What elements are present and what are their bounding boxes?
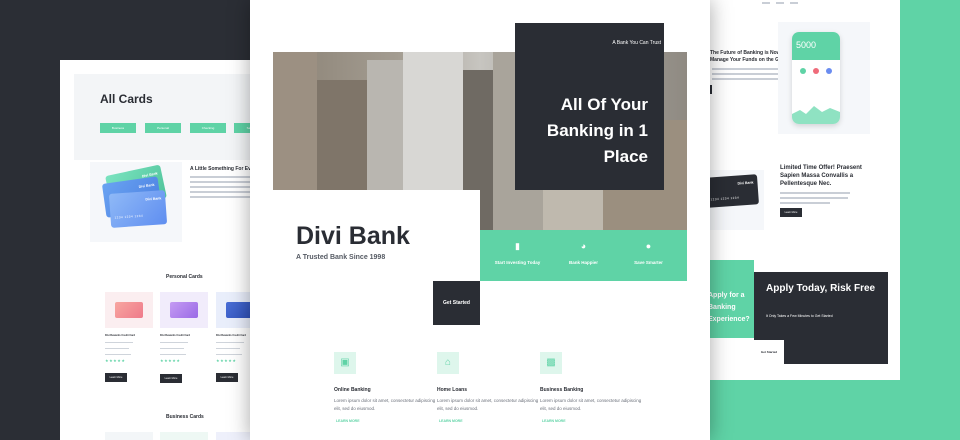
all-cards-page-preview: All Cards Business Personal Checking Sav… <box>60 60 280 440</box>
get-started-button[interactable]: Get Started <box>754 340 784 364</box>
card-number: 1234 1234 1234 <box>114 213 144 220</box>
brand-name: Divi Bank <box>296 222 410 250</box>
product-detail-line <box>216 348 240 349</box>
status-dot <box>813 68 819 74</box>
trust-tagline: A Bank You Can Trust <box>612 40 661 46</box>
learn-more-link[interactable]: LEARN MORE <box>336 419 360 423</box>
business-filter-button[interactable]: Business <box>100 123 136 133</box>
service-description: Lorem ipsum dolor sit amet, consectetur … <box>437 398 539 411</box>
learn-more-link[interactable]: LEARN MORE <box>542 419 566 423</box>
product-card-image <box>160 292 208 328</box>
nav-dash <box>790 2 798 4</box>
card-brand: Divi Bank <box>145 196 162 202</box>
get-started-button[interactable]: Get Started <box>433 281 480 325</box>
feature-bank-happier[interactable]: ◕ Bank Happier <box>549 232 618 278</box>
product-detail-line <box>160 348 184 349</box>
personal-cards-heading: Personal Cards <box>166 274 203 280</box>
card-brand: Divi Bank <box>737 180 754 186</box>
all-cards-title: All Cards <box>100 92 153 106</box>
service-description: Lorem ipsum dolor sit amet, consectetur … <box>540 398 642 411</box>
card-brand: Divi Bank <box>138 182 155 189</box>
status-dot <box>826 68 832 74</box>
briefcase-icon: ▩ <box>540 352 562 374</box>
learn-more-link[interactable]: LEARN MORE <box>439 419 463 423</box>
rating-stars: ★★★★★ <box>160 358 181 363</box>
product-detail-line <box>160 342 188 343</box>
phone-mockup: 5000 <box>792 32 840 124</box>
business-cards-heading: Business Cards <box>166 414 204 420</box>
rating-stars: ★★★★★ <box>216 358 237 363</box>
promo-text-line <box>190 196 250 198</box>
feature-save-smarter[interactable]: ● Save Smarter <box>614 232 683 278</box>
product-name: Divi Rewards Credit Card <box>160 334 191 337</box>
feature-start-investing[interactable]: ▮ Start Investing Today <box>483 232 552 278</box>
service-description: Lorem ipsum dolor sit amet, consectetur … <box>334 398 436 411</box>
product-name: Divi Rewards Credit Card <box>105 334 136 337</box>
personal-filter-button[interactable]: Personal <box>145 123 181 133</box>
hero-headline: All Of Your Banking in 1 Place <box>546 95 648 166</box>
home-page-preview-right: The Future of Banking is Now. Manage You… <box>690 0 900 380</box>
learn-more-button[interactable]: Learn More <box>780 208 802 217</box>
balance-amount: 5000 <box>796 40 817 50</box>
house-icon: ⌂ <box>437 352 459 374</box>
text-line <box>780 197 848 199</box>
card-number: 1234 1234 1234 <box>710 195 740 202</box>
feature-label: Save Smarter <box>634 260 663 265</box>
product-card-image <box>160 432 208 440</box>
text-line <box>780 202 830 204</box>
pink-card-icon <box>115 302 143 318</box>
pie-chart-icon: ◕ <box>580 241 587 251</box>
limited-offer-heading: Limited Time Offer! Praesent Sapien Mass… <box>780 165 862 187</box>
product-card-image <box>105 432 153 440</box>
rating-stars: ★★★★★ <box>105 358 126 363</box>
text-line <box>780 192 850 194</box>
learn-more-button[interactable]: Learn More <box>160 374 182 383</box>
text-line <box>712 73 778 75</box>
product-detail-line <box>105 354 131 355</box>
product-detail-line <box>105 342 133 343</box>
monitor-icon: ▣ <box>334 352 356 374</box>
product-detail-line <box>216 342 244 343</box>
light-blue-credit-card: Divi Bank 1234 1234 1234 <box>108 190 168 228</box>
nav-dash <box>762 2 770 4</box>
service-title: Online Banking <box>334 387 371 393</box>
product-detail-line <box>160 354 186 355</box>
checking-filter-button[interactable]: Checking <box>190 123 226 133</box>
balance-graph-icon <box>792 106 840 124</box>
text-line <box>712 78 782 80</box>
brand-tagline: A Trusted Bank Since 1998 <box>296 254 386 261</box>
card-stack: Divi Bank Divi Bank Divi Bank 1234 1234 … <box>90 162 182 242</box>
apply-today-heading: Apply Today, Risk Free <box>766 283 876 294</box>
feature-label: Bank Happier <box>568 260 598 265</box>
product-name: Divi Rewards Credit Card <box>216 334 247 337</box>
piggy-bank-icon: ● <box>645 241 652 251</box>
service-title: Home Loans <box>437 387 468 393</box>
purple-card-icon <box>170 302 198 318</box>
feature-label: Start Investing Today <box>494 260 541 265</box>
teal-promo-text: Apply for a Banking Experience? <box>708 292 750 323</box>
product-card-image <box>105 292 153 328</box>
learn-more-button[interactable]: Learn More <box>216 373 238 382</box>
dark-credit-card: Divi Bank 1234 1234 1234 <box>705 174 759 208</box>
service-title: Business Banking <box>540 387 584 393</box>
learn-more-button[interactable]: Learn More <box>105 373 127 382</box>
nav-dash <box>776 2 784 4</box>
product-detail-line <box>105 348 129 349</box>
home-page-preview-main: A Bank You Can Trust All Of Your Banking… <box>250 0 710 440</box>
phone-mockup-box: 5000 <box>778 22 870 134</box>
chart-icon: ▮ <box>515 241 520 251</box>
apply-today-subtext: It Only Takes a Few Minutes to Get Start… <box>766 314 833 318</box>
status-dot <box>800 68 806 74</box>
phone-header: 5000 <box>792 32 840 60</box>
text-line <box>712 68 782 70</box>
product-detail-line <box>216 354 242 355</box>
